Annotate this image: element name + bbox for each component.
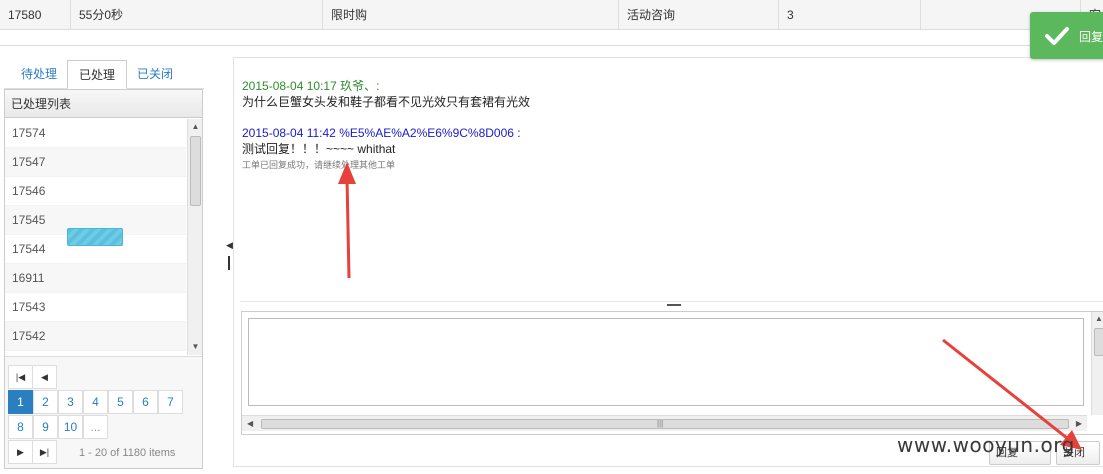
reply-input[interactable]	[248, 318, 1084, 406]
next-page-button[interactable]: ▶	[8, 440, 33, 464]
first-page-button[interactable]: |◀	[8, 365, 33, 389]
processed-list-panel: 已处理列表 17574 17547 17546 17545 17544 1691…	[4, 89, 203, 469]
page-4-button[interactable]: 4	[83, 390, 108, 414]
message-body: 测试回复！！！~~~~ whithat	[242, 142, 396, 156]
status-tabs: 待处理 已处理 已关闭	[4, 60, 204, 89]
success-toast[interactable]: 回复成功	[1030, 12, 1103, 59]
pagination: |◀ ◀ 1 2 3 4 5 6 7 8 9 10 ... ▶ ▶| 1 - 2…	[5, 356, 202, 468]
first-page-icon: |◀	[15, 372, 26, 382]
message-meta: 2015-08-04 10:17 玖爷、:	[242, 79, 380, 93]
scroll-left-icon[interactable]: ◀	[247, 416, 253, 432]
tab-pending[interactable]: 待处理	[12, 60, 66, 89]
watermark-text: www.wooyun.org	[897, 433, 1075, 457]
page-2-button[interactable]: 2	[33, 390, 58, 414]
editor-vscrollbar[interactable]: ▲	[1091, 312, 1103, 415]
scroll-right-icon[interactable]: ▶	[1076, 416, 1082, 432]
ticket-duration-cell: 55分0秒	[70, 0, 322, 30]
panel-splitter[interactable]: ◀	[226, 240, 233, 270]
page-more-button[interactable]: ...	[83, 415, 108, 439]
tab-closed[interactable]: 已关闭	[128, 60, 182, 89]
pagination-info: 1 - 20 of 1180 items	[79, 447, 176, 459]
list-header: 已处理列表	[5, 90, 202, 118]
message-meta: 2015-08-04 11:42 %E5%AE%A2%E6%9C%8D006 :	[242, 126, 521, 140]
grip-icon: |||	[657, 419, 664, 428]
tab-processed[interactable]: 已处理	[67, 60, 127, 89]
editor-vscroll-thumb[interactable]	[1094, 328, 1103, 356]
toast-text: 回复成功	[1079, 30, 1103, 44]
scroll-down-icon[interactable]: ▼	[188, 340, 203, 354]
prev-page-button[interactable]: ◀	[32, 365, 57, 389]
list-item[interactable]: 16911	[5, 264, 186, 293]
list-scrollbar[interactable]: ▲ ▼	[187, 119, 202, 355]
page-1-button[interactable]: 1	[8, 390, 33, 414]
drag-ghost	[67, 228, 123, 246]
divider	[240, 301, 1103, 302]
page-10-button[interactable]: 10	[58, 415, 83, 439]
list-item[interactable]: 17574	[5, 119, 186, 148]
collapse-left-icon[interactable]: ◀	[226, 240, 233, 251]
prev-page-icon: ◀	[41, 372, 48, 382]
last-page-button[interactable]: ▶|	[32, 440, 57, 464]
page-3-button[interactable]: 3	[58, 390, 83, 414]
editor-hscrollbar[interactable]: ◀ ||| ▶	[242, 415, 1087, 431]
list-item[interactable]: 17543	[5, 293, 186, 322]
ticket-table: 17580 55分0秒 限时购 活动咨询 3 客	[0, 0, 1103, 46]
page-8-button[interactable]: 8	[8, 415, 33, 439]
resize-handle[interactable]	[667, 304, 681, 306]
page-9-button[interactable]: 9	[33, 415, 58, 439]
checkmark-icon	[1045, 27, 1069, 45]
last-page-icon: ▶|	[39, 447, 50, 457]
status-note: 工单已回复成功，请继续处理其他工单	[242, 160, 396, 170]
ticket-id-cell: 17580	[8, 8, 42, 22]
message-history: 2015-08-04 10:17 玖爷、: 为什么巨蟹女头发和鞋子都看不见光效只…	[242, 78, 1092, 172]
list-item[interactable]: 17546	[5, 177, 186, 206]
scroll-up-icon[interactable]: ▲	[188, 120, 203, 134]
ticket-category-cell: 活动咨询	[618, 0, 778, 30]
scroll-up-icon[interactable]: ▲	[1092, 314, 1103, 323]
list-scroll-thumb[interactable]	[190, 136, 201, 206]
list-item[interactable]: 17547	[5, 148, 186, 177]
next-page-icon: ▶	[17, 447, 24, 457]
page-7-button[interactable]: 7	[158, 390, 183, 414]
ticket-type-cell: 限时购	[322, 0, 618, 30]
reply-editor: ▲ ◀ ||| ▶	[241, 311, 1103, 435]
editor-hscroll-thumb[interactable]	[261, 419, 1069, 429]
list-item[interactable]: 17542	[5, 322, 186, 351]
ticket-row[interactable]: 17580 55分0秒 限时购 活动咨询 3 客	[0, 0, 1103, 30]
splitter-handle[interactable]	[228, 256, 230, 270]
page-6-button[interactable]: 6	[133, 390, 158, 414]
page-5-button[interactable]: 5	[108, 390, 133, 414]
conversation-panel: 2015-08-04 10:17 玖爷、: 为什么巨蟹女头发和鞋子都看不见光效只…	[233, 57, 1103, 467]
ticket-count-cell: 3	[778, 0, 920, 30]
message-body: 为什么巨蟹女头发和鞋子都看不见光效只有套裙有光效	[242, 95, 531, 109]
